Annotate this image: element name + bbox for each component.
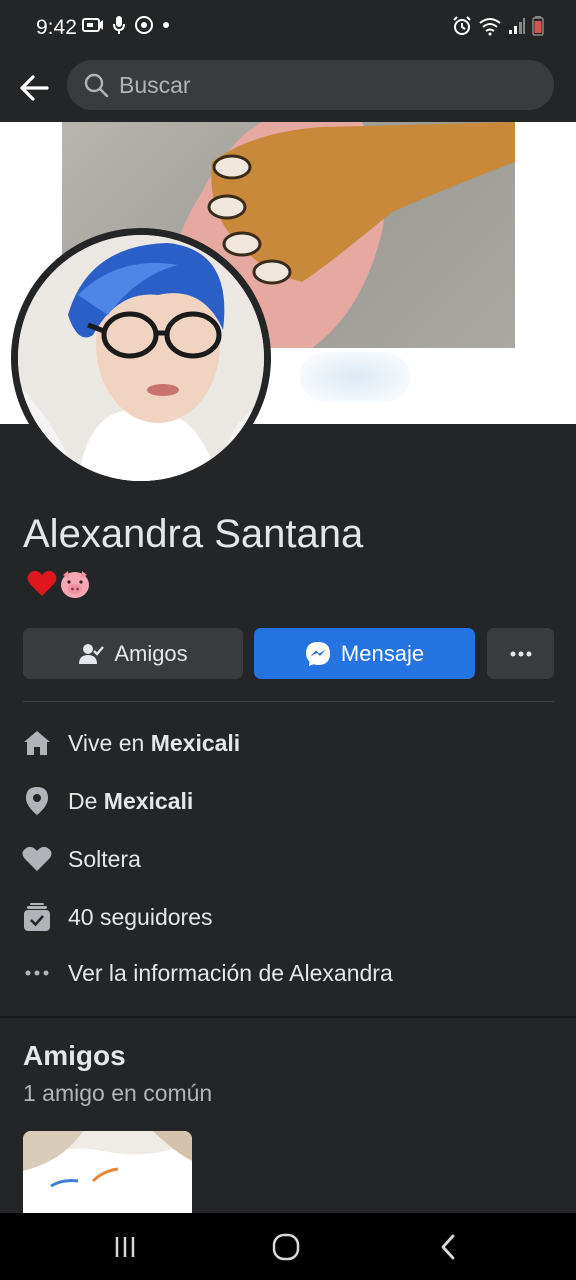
friends-section-title: Amigos	[23, 1040, 126, 1071]
info-followers-text: 40 seguidores	[68, 903, 213, 930]
signal-icon	[509, 18, 525, 34]
dot-icon	[163, 22, 169, 28]
home-circle-icon	[272, 1233, 300, 1261]
info-row-see-more[interactable]: Ver la información de Alexandra	[22, 953, 552, 993]
friends-mutual-count: 1 amigo en común	[23, 1080, 213, 1106]
screen-record-icon	[82, 18, 103, 32]
search-input[interactable]: Buscar	[67, 60, 554, 110]
status-bar: 9:42	[0, 0, 576, 58]
followers-icon	[22, 902, 52, 932]
info-lives-in-text: Vive en Mexicali	[68, 730, 240, 757]
heart-emoji-icon	[27, 570, 57, 596]
info-see-more-text: Ver la información de Alexandra	[68, 959, 393, 986]
home-button[interactable]	[266, 1229, 306, 1265]
cover-blur	[300, 352, 410, 402]
info-row-relationship: Soltera	[22, 839, 552, 879]
info-row-from: De Mexicali	[22, 781, 552, 821]
home-icon	[22, 728, 52, 758]
chevron-left-icon	[441, 1234, 455, 1260]
battery-icon	[532, 16, 544, 36]
system-nav-bar	[0, 1213, 576, 1280]
search-placeholder: Buscar	[119, 71, 191, 98]
person-check-icon	[79, 643, 105, 664]
info-lives-prefix: Vive en	[68, 729, 151, 756]
friend-thumbnail[interactable]	[23, 1131, 192, 1213]
back-button[interactable]	[14, 68, 54, 108]
status-left-icons	[82, 15, 170, 35]
recent-apps-icon	[115, 1237, 135, 1257]
info-from-city[interactable]: Mexicali	[104, 788, 194, 814]
hotspot-icon	[135, 16, 153, 34]
location-pin-icon	[22, 786, 52, 816]
profile-name: Alexandra Santana	[23, 512, 364, 556]
status-right-icons	[452, 16, 544, 36]
info-lives-city[interactable]: Mexicali	[151, 730, 241, 756]
message-button[interactable]: Mensaje	[254, 628, 475, 679]
avatar-image	[18, 235, 264, 481]
message-button-label: Mensaje	[340, 640, 425, 666]
search-icon	[84, 73, 109, 98]
heart-icon	[22, 844, 52, 874]
wifi-icon	[479, 18, 501, 36]
pig-emoji-icon	[61, 571, 89, 598]
profile-avatar[interactable]	[11, 228, 271, 488]
section-separator	[0, 1016, 576, 1018]
profile-bio: ❤️🐷	[27, 569, 91, 599]
friends-button[interactable]: Amigos	[23, 628, 243, 679]
messenger-icon	[305, 641, 330, 666]
back-nav-button[interactable]	[428, 1229, 468, 1265]
info-row-lives-in: Vive en Mexicali	[22, 723, 552, 763]
arrow-left-icon	[20, 75, 49, 101]
mic-icon	[113, 16, 125, 34]
alarm-icon	[453, 16, 471, 35]
status-time: 9:42	[36, 16, 77, 39]
friends-button-label: Amigos	[114, 640, 188, 666]
more-options-button[interactable]: •••	[487, 628, 554, 679]
recent-apps-button[interactable]	[105, 1229, 145, 1265]
more-horizontal-icon	[510, 651, 531, 656]
info-from-prefix: De	[68, 787, 104, 814]
divider	[23, 701, 554, 702]
more-horizontal-icon	[22, 958, 52, 988]
info-from-text: De Mexicali	[68, 788, 193, 815]
top-bar: Buscar	[0, 58, 576, 122]
info-relationship-text: Soltera	[68, 845, 141, 872]
info-row-followers[interactable]: 40 seguidores	[22, 897, 552, 937]
